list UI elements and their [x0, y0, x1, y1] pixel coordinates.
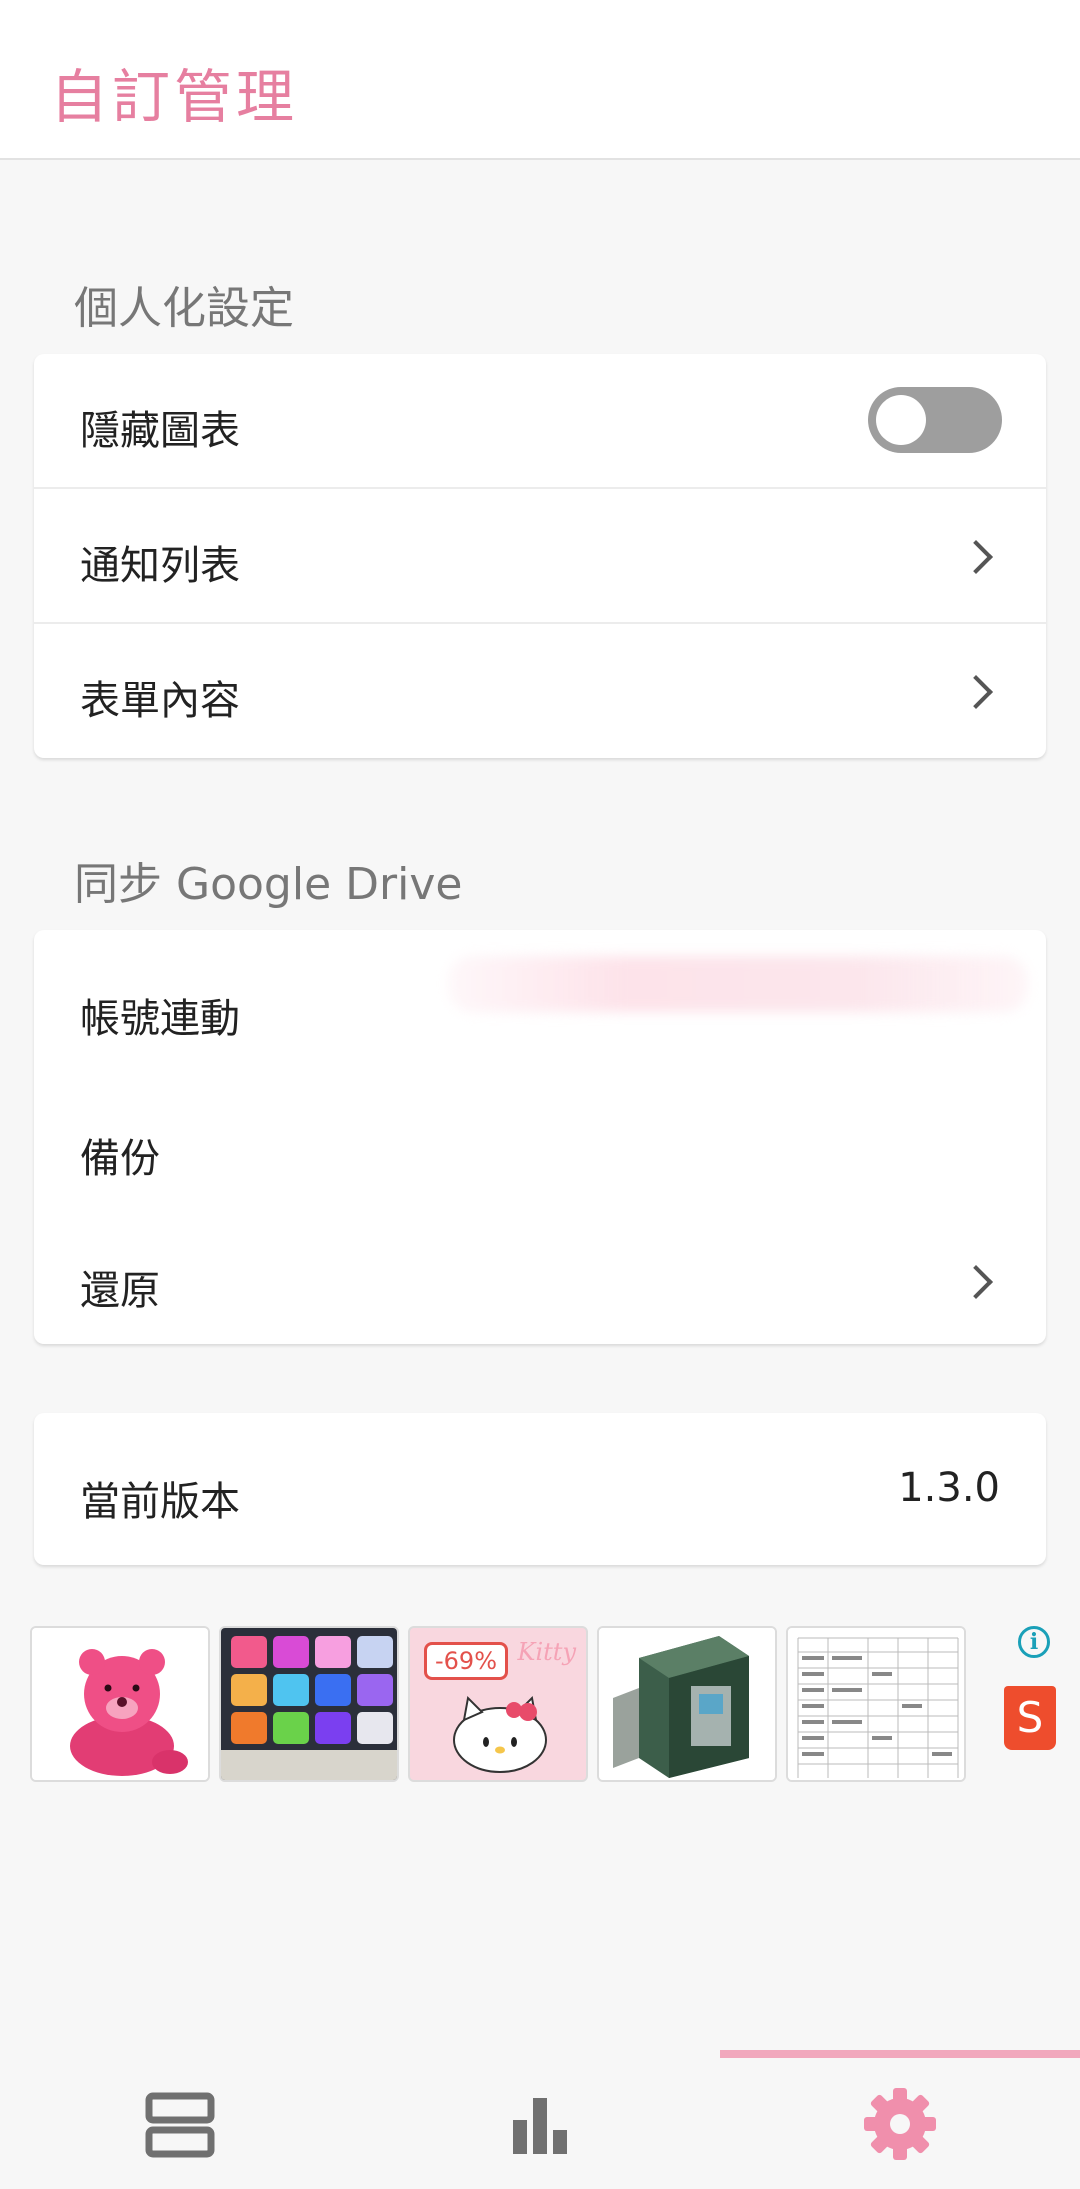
section-label-personalization: 個人化設定 — [74, 283, 294, 334]
kitty-image — [453, 1695, 547, 1773]
shopee-bag-icon[interactable]: S — [1004, 1686, 1056, 1750]
tab-records[interactable] — [0, 2050, 360, 2189]
form-content-row[interactable]: 表單內容 — [34, 624, 1046, 758]
bear-toy-image — [32, 1628, 208, 1780]
hide-chart-toggle[interactable] — [868, 387, 1002, 453]
account-link-row[interactable]: 帳號連動 — [34, 930, 1046, 1070]
keycaps-image — [221, 1628, 397, 1780]
pc-case-image — [599, 1628, 775, 1780]
version-card: 當前版本 1.3.0 — [34, 1413, 1046, 1565]
personalization-card: 隱藏圖表 通知列表 表單內容 — [34, 354, 1046, 758]
app-bar: 自訂管理 — [0, 0, 1080, 160]
ad-product-kitty[interactable]: -69% Kitty — [408, 1626, 588, 1782]
tab-settings[interactable] — [720, 2050, 1080, 2189]
ad-info-icon[interactable]: i — [1018, 1626, 1050, 1658]
ad-product-spreadsheet[interactable] — [786, 1626, 966, 1782]
ad-product-pc-case[interactable] — [597, 1626, 777, 1782]
tab-statistics[interactable] — [360, 2050, 720, 2189]
ad-banner[interactable]: -69% Kitty i S — [26, 1626, 1056, 1786]
chevron-right-icon — [959, 540, 993, 574]
notification-list-row[interactable]: 通知列表 — [34, 489, 1046, 624]
sync-card: 帳號連動 備份 還原 — [34, 930, 1046, 1344]
list-icon — [145, 2092, 215, 2158]
spreadsheet-image — [788, 1628, 964, 1780]
hide-chart-label: 隱藏圖表 — [80, 408, 240, 454]
version-value: 1.3.0 — [898, 1465, 1000, 1511]
version-row: 當前版本 1.3.0 — [34, 1413, 1046, 1565]
ad-product-keycaps[interactable] — [219, 1626, 399, 1782]
hide-chart-row[interactable]: 隱藏圖表 — [34, 354, 1046, 489]
bar-chart-icon — [513, 2098, 567, 2154]
page-title: 自訂管理 — [50, 63, 299, 131]
backup-row[interactable]: 備份 — [34, 1070, 1046, 1206]
gear-icon — [864, 2088, 936, 2160]
bottom-navigation — [0, 2050, 1080, 2189]
toggle-knob — [876, 395, 926, 445]
account-link-label: 帳號連動 — [80, 996, 240, 1042]
chevron-right-icon — [959, 1265, 993, 1299]
notification-list-label: 通知列表 — [80, 543, 240, 589]
chevron-right-icon — [959, 675, 993, 709]
restore-label: 還原 — [80, 1268, 160, 1314]
redacted-account-email — [448, 956, 1028, 1012]
version-label: 當前版本 — [80, 1479, 240, 1525]
backup-label: 備份 — [80, 1136, 160, 1182]
restore-row[interactable]: 還原 — [34, 1206, 1046, 1344]
form-content-label: 表單內容 — [80, 678, 240, 724]
section-label-sync: 同步 Google Drive — [74, 859, 463, 910]
ad-product-bear[interactable] — [30, 1626, 210, 1782]
